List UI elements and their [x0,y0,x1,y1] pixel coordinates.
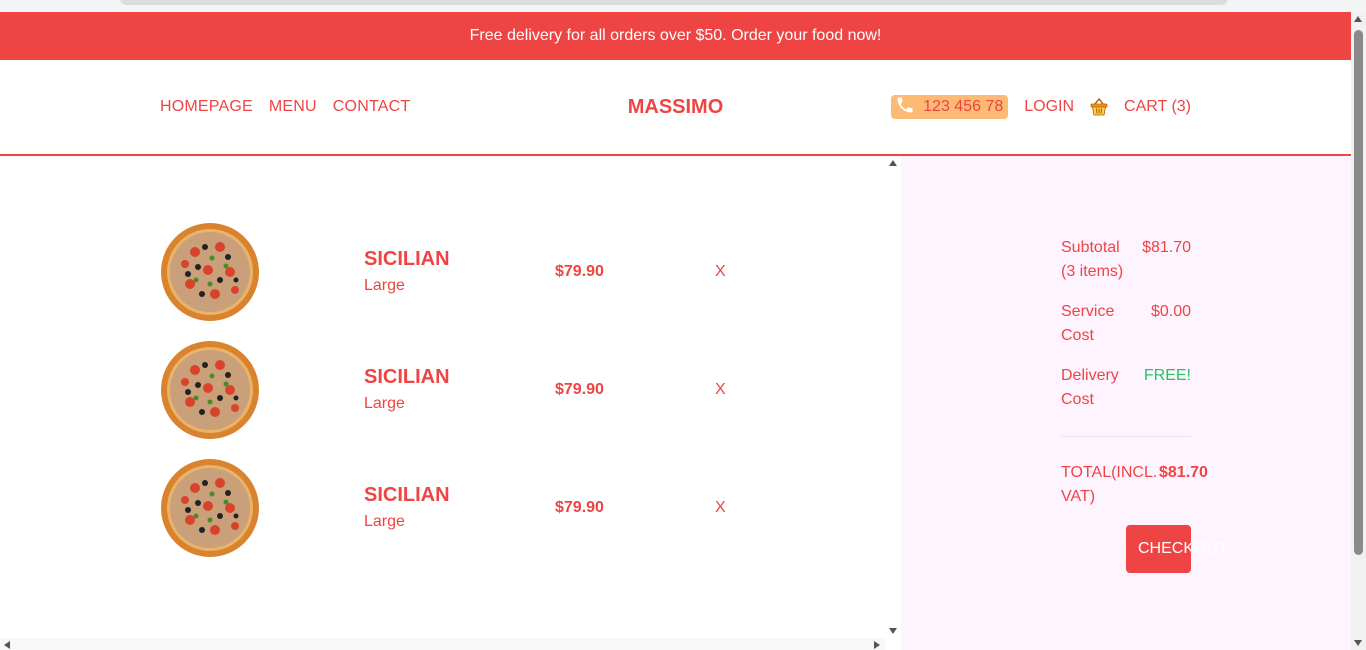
pizza-image [161,341,259,439]
remove-item-button[interactable]: X [715,381,726,399]
pizza-image [161,223,259,321]
delivery-cost-value: FREE! [1143,367,1191,384]
service-cost-value: $0.00 [1150,303,1191,320]
phone-badge[interactable]: 123 456 78 [891,95,1009,120]
cart-link[interactable]: CART (3) [1124,98,1191,116]
page-vertical-scrollbar[interactable] [1351,12,1366,650]
login-link[interactable]: LOGIN [1024,98,1074,116]
navbar: HOMEPAGE MENU CONTACT MASSIMO 123 456 78… [0,60,1351,156]
cart-item-row: SICILIAN Large $79.90 X [160,458,860,558]
page-scroll-down-arrow-icon[interactable] [1354,640,1362,646]
remove-item-button[interactable]: X [715,263,726,281]
address-bar [120,0,1228,5]
subtotal-label: Subtotal (3 items) [1061,239,1124,280]
subtotal-value: $81.70 [1142,239,1191,256]
page-scrollbar-thumb[interactable] [1354,30,1363,555]
promo-text: Free delivery for all orders over $50. O… [469,27,882,44]
scroll-right-arrow-icon[interactable] [874,641,880,649]
scroll-up-arrow-icon[interactable] [889,160,897,166]
item-price: $79.90 [555,263,604,280]
nav-contact-link[interactable]: CONTACT [333,98,411,116]
item-name: SICILIAN [364,366,450,388]
nav-links: HOMEPAGE MENU CONTACT [160,98,410,116]
item-name: SICILIAN [364,484,450,506]
page-scroll-up-arrow-icon[interactable] [1354,16,1362,22]
cart-pane-horizontal-scrollbar[interactable] [0,638,886,650]
item-name: SICILIAN [364,248,450,270]
basket-icon[interactable] [1090,97,1108,117]
item-price: $79.90 [555,381,604,398]
order-summary: Subtotal (3 items) $81.70 Service Cost $… [901,156,1351,650]
scroll-left-arrow-icon[interactable] [4,641,10,649]
cart-item-row: SICILIAN Large $79.90 X [160,340,860,440]
brand-logo[interactable]: MASSIMO [628,96,724,118]
total-value: $81.70 [1159,464,1208,481]
delivery-cost-label: Delivery Cost [1061,367,1119,408]
pizza-image [161,459,259,557]
item-price: $79.90 [555,499,604,516]
browser-top-strip [0,0,1366,12]
summary-divider [1061,436,1191,437]
nav-homepage-link[interactable]: HOMEPAGE [160,98,253,116]
item-size: Large [364,513,405,530]
promo-banner: Free delivery for all orders over $50. O… [0,12,1351,60]
checkout-button[interactable]: CHECKOUT [1126,525,1228,573]
cart-pane-vertical-scrollbar[interactable] [886,156,901,638]
scroll-down-arrow-icon[interactable] [889,628,897,634]
phone-number: 123 456 78 [923,98,1004,115]
cart-items-pane: SICILIAN Large $79.90 X SICILIAN Large $… [0,156,886,638]
total-label: TOTAL(INCL. VAT) [1061,464,1158,505]
item-size: Large [364,277,405,294]
remove-item-button[interactable]: X [715,499,726,517]
cart-page: SICILIAN Large $79.90 X SICILIAN Large $… [0,156,1351,650]
nav-actions: 123 456 78 LOGIN CART (3) [891,95,1191,119]
cart-item-row: SICILIAN Large $79.90 X [160,222,860,322]
phone-icon [895,95,915,120]
service-cost-label: Service Cost [1061,303,1115,344]
nav-menu-link[interactable]: MENU [269,98,317,116]
item-size: Large [364,395,405,412]
